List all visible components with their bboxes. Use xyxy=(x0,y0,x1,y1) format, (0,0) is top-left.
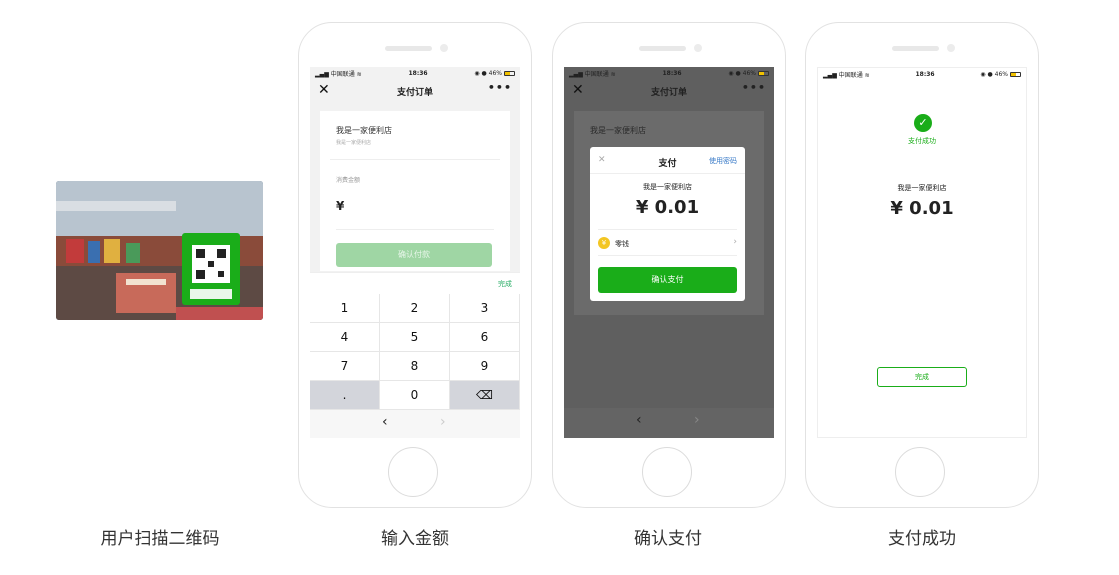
divider xyxy=(590,173,745,174)
battery-status: ◉ ● 46% xyxy=(980,71,1021,78)
battery-icon xyxy=(503,70,515,76)
merchant-name: 我是一家便利店 xyxy=(897,184,947,192)
payment-modal: ✕ 支付 使用密码 我是一家便利店 ¥ 0.01 ¥ 零钱 › 确认支付 xyxy=(590,147,745,301)
forward-chevron-icon[interactable]: › xyxy=(440,414,446,430)
phone-speaker xyxy=(385,46,432,51)
payment-success-screen: ▂▄▆ 中国联通 ≋ 18:36 ◉ ● 46% ✓ 支付成功 我是一家便利店 … xyxy=(817,67,1027,438)
status-bar: ▂▄▆ 中国联通 ≋ 18:36 ◉ ● 46% xyxy=(818,68,1026,80)
key-9[interactable]: 9 xyxy=(450,352,520,381)
success-title: 支付成功 xyxy=(908,137,936,145)
wechat-pay-icon: ✓ xyxy=(914,114,932,132)
confirm-pay-button[interactable]: 确认支付 xyxy=(598,267,737,293)
done-button[interactable]: 完成 xyxy=(877,367,967,387)
merchant-name: 我是一家便利店 xyxy=(590,126,646,135)
payment-amount: ¥ 0.01 xyxy=(635,197,700,218)
phone-frame-confirm: ▂▄▆ 中国联通 ≋ 18:36 ◉ ● 46% ✕ 支付订单 ••• 我是一家… xyxy=(552,22,786,508)
divider xyxy=(598,229,737,230)
qr-scan-photo xyxy=(56,181,263,320)
nav-bar: ✕ 支付订单 ••• xyxy=(564,79,774,103)
home-button[interactable] xyxy=(642,447,692,497)
nav-bar: ✕ 支付订单 ••• xyxy=(310,79,520,103)
divider xyxy=(598,255,737,256)
step-caption-confirm: 确认支付 xyxy=(634,529,702,549)
carrier-label: ▂▄▆ 中国联通 ≋ xyxy=(569,70,616,78)
input-amount-screen: ▂▄▆ 中国联通 ≋ 18:36 ◉ ● 46% ✕ 支付订单 ••• 我是一家… xyxy=(310,67,520,438)
nav-title: 支付订单 xyxy=(396,87,433,98)
status-time: 18:36 xyxy=(662,69,682,77)
home-button[interactable] xyxy=(895,447,945,497)
close-icon[interactable]: ✕ xyxy=(318,82,330,98)
merchant-name: 我是一家便利店 xyxy=(643,183,692,191)
amount-input[interactable]: ¥ xyxy=(336,199,344,213)
key-2[interactable]: 2 xyxy=(380,294,450,323)
phone-speaker xyxy=(639,46,686,51)
confirm-payment-screen: ▂▄▆ 中国联通 ≋ 18:36 ◉ ● 46% ✕ 支付订单 ••• 我是一家… xyxy=(564,67,774,438)
phone-speaker xyxy=(892,46,939,51)
status-bar: ▂▄▆ 中国联通 ≋ 18:36 ◉ ● 46% xyxy=(310,67,520,79)
amount-label: 消费金额 xyxy=(336,177,361,184)
keypad-keys: 1 2 3 4 5 6 7 8 9 . 0 ⌫ xyxy=(310,294,520,410)
confirm-payment-button[interactable]: 确认付款 xyxy=(336,243,492,267)
phone-camera xyxy=(440,44,448,52)
use-password-link[interactable]: 使用密码 xyxy=(709,156,737,166)
phone-camera xyxy=(694,44,702,52)
merchant-subtitle: 我是一家便利店 xyxy=(336,140,372,146)
key-0[interactable]: 0 xyxy=(380,381,450,410)
back-chevron-icon[interactable]: ‹ xyxy=(382,414,388,430)
key-3[interactable]: 3 xyxy=(450,294,520,323)
key-6[interactable]: 6 xyxy=(450,323,520,352)
backspace-icon[interactable]: ⌫ xyxy=(450,381,520,410)
key-1[interactable]: 1 xyxy=(310,294,380,323)
key-dot[interactable]: . xyxy=(310,381,380,410)
nav-title: 支付订单 xyxy=(650,87,687,98)
store-photo-illustration xyxy=(56,181,263,320)
status-time: 18:36 xyxy=(915,70,935,78)
status-bar: ▂▄▆ 中国联通 ≋ 18:36 ◉ ● 46% xyxy=(564,67,774,79)
coin-icon: ¥ xyxy=(598,237,610,249)
carrier-label: ▂▄▆ 中国联通 ≋ xyxy=(823,71,870,79)
key-8[interactable]: 8 xyxy=(380,352,450,381)
battery-status: ◉ ● 46% xyxy=(474,70,515,77)
key-5[interactable]: 5 xyxy=(380,323,450,352)
back-chevron-icon[interactable]: ‹ xyxy=(636,412,642,428)
step-caption-input: 输入金额 xyxy=(381,529,449,549)
phone-camera xyxy=(947,44,955,52)
browser-toolbar: ‹ › xyxy=(564,408,774,438)
forward-chevron-icon[interactable]: › xyxy=(694,412,700,428)
phone-frame-input: ▂▄▆ 中国联通 ≋ 18:36 ◉ ● 46% ✕ 支付订单 ••• 我是一家… xyxy=(298,22,532,508)
battery-icon xyxy=(757,70,769,76)
battery-icon xyxy=(1009,71,1021,77)
carrier-label: ▂▄▆ 中国联通 ≋ xyxy=(315,70,362,78)
close-icon[interactable]: ✕ xyxy=(572,82,584,98)
payment-amount: ¥ 0.01 xyxy=(890,198,954,219)
status-time: 18:36 xyxy=(408,69,428,77)
merchant-name: 我是一家便利店 xyxy=(336,126,392,135)
key-7[interactable]: 7 xyxy=(310,352,380,381)
order-card: 我是一家便利店 我是一家便利店 消费金额 ¥ 确认付款 xyxy=(320,111,510,271)
browser-toolbar: ‹ › xyxy=(310,410,520,438)
battery-status: ◉ ● 46% xyxy=(728,70,769,77)
phone-frame-success: ▂▄▆ 中国联通 ≋ 18:36 ◉ ● 46% ✓ 支付成功 我是一家便利店 … xyxy=(805,22,1039,508)
divider xyxy=(330,159,500,160)
key-4[interactable]: 4 xyxy=(310,323,380,352)
numeric-keypad: 完成 1 2 3 4 5 6 7 8 9 . 0 ⌫ ‹ › xyxy=(310,272,520,438)
more-icon[interactable]: ••• xyxy=(742,81,766,94)
payment-method[interactable]: 零钱 xyxy=(615,239,629,249)
divider xyxy=(336,229,494,230)
chevron-right-icon[interactable]: › xyxy=(733,237,737,247)
home-button[interactable] xyxy=(388,447,438,497)
more-icon[interactable]: ••• xyxy=(488,81,512,94)
keypad-done-button[interactable]: 完成 xyxy=(498,279,512,289)
step-caption-scan: 用户扫描二维码 xyxy=(100,529,220,549)
keypad-header: 完成 xyxy=(310,272,520,294)
step-caption-success: 支付成功 xyxy=(888,529,956,549)
